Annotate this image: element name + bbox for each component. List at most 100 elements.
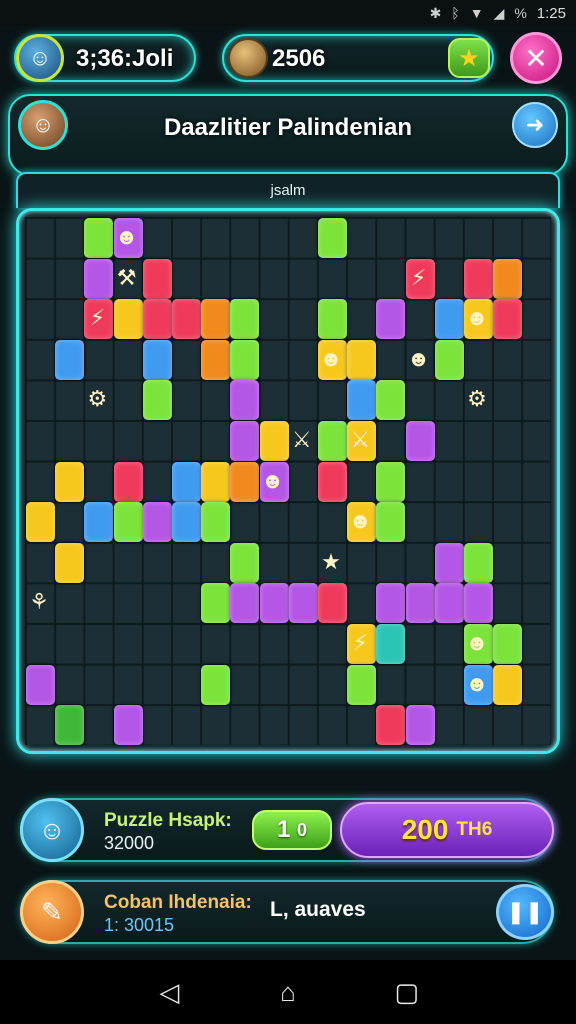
puzzle-tile[interactable] xyxy=(464,583,493,624)
character-piece-icon[interactable]: ☻ xyxy=(317,347,345,370)
character-piece-icon[interactable]: ⚡ xyxy=(83,307,111,329)
character-piece-icon[interactable]: ☻ xyxy=(463,632,491,654)
close-icon: ✕ xyxy=(524,42,548,74)
character-piece-icon[interactable]: ☻ xyxy=(346,510,374,532)
puzzle-tile[interactable] xyxy=(434,583,464,624)
puzzle-tile[interactable] xyxy=(230,339,260,380)
puzzle-tile[interactable] xyxy=(259,583,289,624)
puzzle-tile[interactable] xyxy=(493,624,523,664)
home-button[interactable]: ⌂ xyxy=(268,977,308,1008)
puzzle-tile[interactable] xyxy=(318,583,347,624)
puzzle-tile[interactable] xyxy=(259,421,289,461)
puzzle-tile[interactable] xyxy=(142,299,172,340)
puzzle-tile[interactable] xyxy=(318,461,347,502)
puzzle-tile[interactable] xyxy=(142,380,172,421)
puzzle-tile[interactable] xyxy=(142,339,172,380)
puzzle-tile[interactable] xyxy=(318,299,347,340)
character-piece-icon[interactable]: ☻ xyxy=(113,226,141,248)
close-button[interactable]: ✕ xyxy=(510,32,562,84)
puzzle-tile[interactable] xyxy=(288,583,318,624)
puzzle-tile[interactable] xyxy=(201,664,231,705)
puzzle-tile[interactable] xyxy=(201,502,231,543)
puzzle-tile[interactable] xyxy=(84,258,114,299)
character-piece-icon[interactable]: ⚒ xyxy=(113,266,141,289)
puzzle-tile[interactable] xyxy=(434,542,464,583)
puzzle-tile[interactable] xyxy=(113,705,143,746)
puzzle-tile[interactable] xyxy=(347,339,377,380)
puzzle-tile[interactable] xyxy=(405,583,435,624)
character-piece-icon[interactable]: ⚡ xyxy=(346,632,374,654)
score-button[interactable]: 200 TH6 xyxy=(340,802,554,858)
character-piece-icon[interactable]: ⚔ xyxy=(346,429,374,451)
puzzle-tile[interactable] xyxy=(142,502,172,543)
puzzle-tile[interactable] xyxy=(84,502,114,543)
puzzle-tile[interactable] xyxy=(172,299,201,340)
puzzle-tile[interactable] xyxy=(376,624,406,664)
puzzle-tile[interactable] xyxy=(201,299,231,340)
puzzle-tile[interactable] xyxy=(230,542,260,583)
puzzle-tile[interactable] xyxy=(201,583,231,624)
player-name-pill[interactable]: ☺ 3;36:Joli xyxy=(14,34,196,82)
pause-button[interactable]: ❚❚ xyxy=(496,884,554,940)
puzzle-tile[interactable] xyxy=(464,258,493,299)
recents-button[interactable]: ▢ xyxy=(387,977,427,1008)
character-piece-icon[interactable]: ⚙ xyxy=(83,388,111,410)
character-piece-icon[interactable]: ⚔ xyxy=(288,429,316,451)
puzzle-panel-label: Puzzle Hsapk: xyxy=(104,810,232,831)
puzzle-tile[interactable] xyxy=(113,502,143,543)
puzzle-tile[interactable] xyxy=(230,583,260,624)
puzzle-tile[interactable] xyxy=(230,299,260,340)
puzzle-tile[interactable] xyxy=(55,461,85,502)
puzzle-board[interactable]: ☻ ⚒ ⚡ ⚙ ☻ ☻ ☻ ⚙ ⚔ ⚔ ☻ ☻ ★ ⚡ ☻ ☻ ⚡ ⚘ xyxy=(16,208,560,754)
puzzle-tile[interactable] xyxy=(434,299,464,340)
puzzle-tile[interactable] xyxy=(405,705,435,746)
puzzle-tile[interactable] xyxy=(376,502,406,543)
puzzle-tile[interactable] xyxy=(376,461,406,502)
character-piece-icon[interactable]: ⚡ xyxy=(405,266,433,289)
level-suffix: 0 xyxy=(297,819,308,840)
puzzle-tile[interactable] xyxy=(113,461,143,502)
puzzle-tile[interactable] xyxy=(376,299,406,340)
puzzle-grid[interactable]: ☻ ⚒ ⚡ ⚙ ☻ ☻ ☻ ⚙ ⚔ ⚔ ☻ ☻ ★ ⚡ ☻ ☻ ⚡ ⚘ xyxy=(25,217,551,746)
puzzle-tile[interactable] xyxy=(172,461,201,502)
puzzle-tile[interactable] xyxy=(493,258,523,299)
puzzle-tile[interactable] xyxy=(26,502,55,543)
puzzle-tile[interactable] xyxy=(405,421,435,461)
puzzle-tile[interactable] xyxy=(230,380,260,421)
puzzle-tile[interactable] xyxy=(201,461,231,502)
puzzle-tile[interactable] xyxy=(172,502,201,543)
puzzle-tile[interactable] xyxy=(55,705,85,746)
character-piece-icon[interactable]: ★ xyxy=(317,550,345,573)
character-piece-icon[interactable]: ⚙ xyxy=(463,388,491,410)
puzzle-tile[interactable] xyxy=(55,339,85,380)
character-piece-icon[interactable]: ⚘ xyxy=(25,591,53,613)
puzzle-tile[interactable] xyxy=(347,380,377,421)
character-piece-icon[interactable]: ☻ xyxy=(405,347,433,370)
level-button[interactable]: 1 0 xyxy=(252,810,332,850)
puzzle-tile[interactable] xyxy=(376,380,406,421)
puzzle-tile[interactable] xyxy=(55,542,85,583)
puzzle-tile[interactable] xyxy=(84,218,114,258)
character-piece-icon[interactable]: ☻ xyxy=(463,672,491,695)
next-button[interactable]: ➜ xyxy=(512,102,558,148)
puzzle-tile[interactable] xyxy=(376,705,406,746)
puzzle-tile[interactable] xyxy=(318,421,347,461)
puzzle-tile[interactable] xyxy=(493,664,523,705)
puzzle-tile[interactable] xyxy=(318,218,347,258)
puzzle-tile[interactable] xyxy=(464,542,493,583)
character-piece-icon[interactable]: ☻ xyxy=(259,469,287,492)
puzzle-tile[interactable] xyxy=(26,664,55,705)
puzzle-tile[interactable] xyxy=(201,339,231,380)
puzzle-tile[interactable] xyxy=(113,299,143,340)
puzzle-tile[interactable] xyxy=(230,421,260,461)
star-button[interactable]: ★ xyxy=(448,38,490,78)
puzzle-tile[interactable] xyxy=(142,258,172,299)
puzzle-tile[interactable] xyxy=(230,461,260,502)
puzzle-tile[interactable] xyxy=(376,583,406,624)
puzzle-tile[interactable] xyxy=(493,299,523,340)
character-piece-icon[interactable]: ☻ xyxy=(463,307,491,329)
puzzle-tile[interactable] xyxy=(347,664,377,705)
player-avatar[interactable]: ☺ xyxy=(16,34,64,82)
back-button[interactable]: ◁ xyxy=(149,977,189,1008)
puzzle-tile[interactable] xyxy=(434,339,464,380)
